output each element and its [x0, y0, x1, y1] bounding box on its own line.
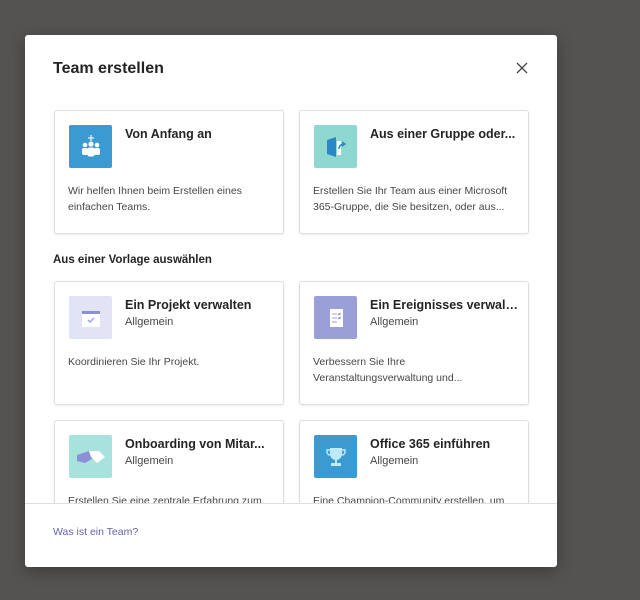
card-title: Aus einer Gruppe oder... — [370, 127, 516, 141]
card-title: Onboarding von Mitar... — [125, 437, 265, 451]
team-add-icon — [69, 125, 112, 168]
handshake-icon — [69, 435, 112, 478]
create-team-dialog: Team erstellen Von Anfang an Wir helfen … — [25, 35, 557, 567]
template-card[interactable]: Office 365 einführen Allgemein Eine Cham… — [299, 420, 529, 503]
card-category: Allgemein — [370, 316, 419, 328]
card-title: Ein Ereignisses verwalt... — [370, 298, 520, 312]
section-heading: Aus einer Vorlage auswählen — [53, 254, 212, 266]
dialog-title: Team erstellen — [53, 60, 164, 77]
card-category: Allgemein — [125, 455, 174, 467]
card-title: Office 365 einführen — [370, 437, 491, 451]
card-category: Allgemein — [370, 455, 419, 467]
card-from-scratch[interactable]: Von Anfang an Wir helfen Ihnen beim Erst… — [54, 110, 284, 234]
template-card[interactable]: Onboarding von Mitar... Allgemein Erstel… — [54, 420, 284, 503]
card-description: Erstellen Sie eine zentrale Erfahrung zu… — [68, 495, 262, 503]
card-description: Koordinieren Sie Ihr Projekt. — [68, 356, 200, 368]
calendar-check-icon — [69, 296, 112, 339]
options-scroll-area[interactable]: Von Anfang an Wir helfen Ihnen beim Erst… — [25, 109, 557, 503]
template-card[interactable]: Ein Ereignisses verwalt... Allgemein Ver… — [299, 281, 529, 405]
card-title: Ein Projekt verwalten — [125, 298, 252, 312]
group-import-icon — [314, 125, 357, 168]
card-description: Eine Champion-Community erstellen, um — [313, 495, 505, 503]
checklist-icon — [314, 296, 357, 339]
close-icon[interactable] — [514, 60, 530, 76]
card-description: Erstellen Sie Ihr Team aus einer Microso… — [313, 185, 508, 213]
card-from-group[interactable]: Aus einer Gruppe oder... Erstellen Sie I… — [299, 110, 529, 234]
card-description: Verbessern Sie Ihre Veranstaltungsverwal… — [313, 356, 463, 384]
card-category: Allgemein — [125, 316, 174, 328]
footer-divider — [25, 503, 557, 504]
card-title: Von Anfang an — [125, 127, 212, 141]
template-card[interactable]: Ein Projekt verwalten Allgemein Koordini… — [54, 281, 284, 405]
what-is-a-team-link[interactable]: Was ist ein Team? — [53, 526, 138, 538]
card-description: Wir helfen Ihnen beim Erstellen eines ei… — [68, 185, 242, 213]
trophy-icon — [314, 435, 357, 478]
